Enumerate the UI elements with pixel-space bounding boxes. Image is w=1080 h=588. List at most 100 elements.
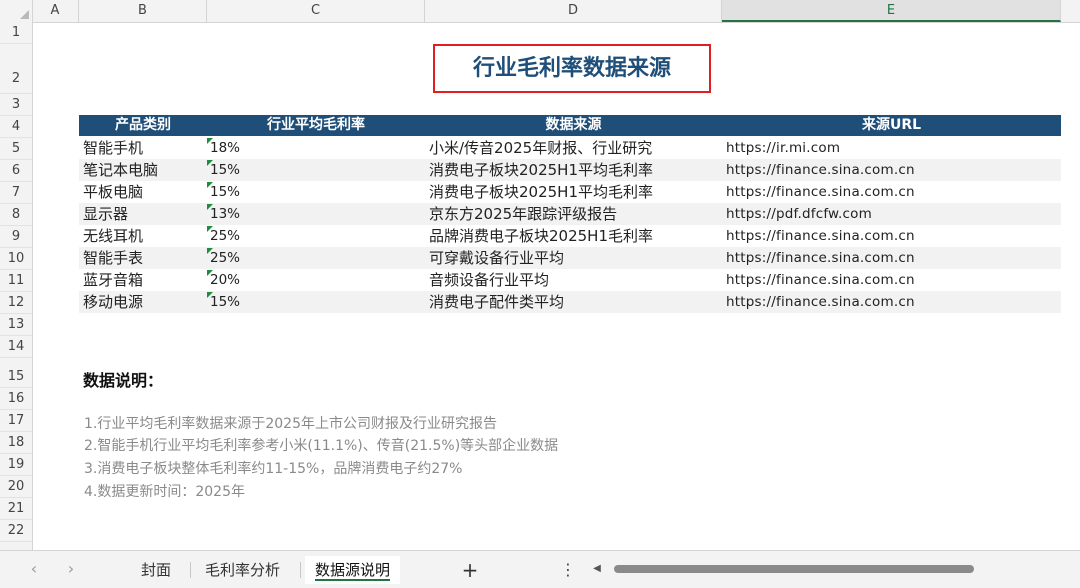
sheet-tab-bar: ‹ › 封面 毛利率分析 数据源说明 + ⋮ ◀ <box>0 550 1080 588</box>
cell-margin[interactable]: 18% <box>207 137 425 159</box>
cell-source[interactable]: 京东方2025年跟踪评级报告 <box>429 203 617 225</box>
sheet-tab-data-source[interactable]: 数据源说明 <box>305 556 401 584</box>
row-header[interactable]: 21 <box>0 498 32 520</box>
header-url[interactable]: 来源URL <box>722 115 1061 136</box>
error-indicator-icon <box>207 270 213 276</box>
cell-margin[interactable]: 20% <box>207 269 425 291</box>
row-header[interactable]: 2 <box>0 44 32 94</box>
row-header[interactable]: 22 <box>0 520 32 542</box>
column-header-b[interactable]: B <box>79 0 207 22</box>
column-header-e[interactable]: E <box>722 0 1061 22</box>
active-tab-underline <box>315 579 391 581</box>
error-indicator-icon <box>207 160 213 166</box>
sheet-tab-cover[interactable]: 封面 <box>131 556 181 584</box>
error-indicator-icon <box>207 138 213 144</box>
row-header[interactable]: 11 <box>0 270 32 292</box>
row-header[interactable]: 1 <box>0 22 32 44</box>
cell-margin[interactable]: 25% <box>207 225 425 247</box>
cell-source[interactable]: 可穿戴设备行业平均 <box>429 247 564 269</box>
scrollbar-thumb[interactable] <box>614 565 974 573</box>
error-indicator-icon <box>207 292 213 298</box>
header-category[interactable]: 产品类别 <box>79 115 207 136</box>
cell-category[interactable]: 智能手机 <box>83 137 143 159</box>
cell-category[interactable]: 平板电脑 <box>83 181 143 203</box>
row-header[interactable]: 6 <box>0 160 32 182</box>
cell-source[interactable]: 消费电子板块2025H1平均毛利率 <box>429 159 653 181</box>
row-header[interactable]: 14 <box>0 336 32 358</box>
cell-category[interactable]: 移动电源 <box>83 291 143 313</box>
sheet-title[interactable]: 行业毛利率数据来源 <box>433 44 711 93</box>
cell-margin[interactable]: 15% <box>207 181 425 203</box>
error-indicator-icon <box>207 226 213 232</box>
more-options-icon[interactable]: ⋮ <box>560 556 576 584</box>
cell-source[interactable]: 音频设备行业平均 <box>429 269 549 291</box>
cell-url[interactable]: https://finance.sina.com.cn <box>726 291 915 313</box>
table-row: 平板电脑 15% 消费电子板块2025H1平均毛利率 https://finan… <box>79 181 1061 203</box>
table-row: 智能手机 18% 小米/传音2025年财报、行业研究 https://ir.mi… <box>79 137 1061 159</box>
row-header[interactable]: 4 <box>0 116 32 138</box>
row-header[interactable]: 7 <box>0 182 32 204</box>
row-header[interactable]: 13 <box>0 314 32 336</box>
row-header[interactable]: 9 <box>0 226 32 248</box>
column-header-bar: A B C D E <box>0 0 1080 23</box>
cell-url[interactable]: https://pdf.dfcfw.com <box>726 203 872 225</box>
tab-divider <box>300 562 301 578</box>
row-header[interactable]: 18 <box>0 432 32 454</box>
row-header[interactable]: 3 <box>0 94 32 116</box>
column-header-c[interactable]: C <box>207 0 425 22</box>
row-header[interactable]: 12 <box>0 292 32 314</box>
cell-category[interactable]: 笔记本电脑 <box>83 159 158 181</box>
table-row: 移动电源 15% 消费电子配件类平均 https://finance.sina.… <box>79 291 1061 313</box>
header-margin[interactable]: 行业平均毛利率 <box>207 115 425 136</box>
error-indicator-icon <box>207 204 213 210</box>
column-header-d[interactable]: D <box>425 0 722 22</box>
column-header-a[interactable]: A <box>32 0 79 22</box>
cell-category[interactable]: 无线耳机 <box>83 225 143 247</box>
cell-margin[interactable]: 15% <box>207 159 425 181</box>
horizontal-scrollbar[interactable]: ◀ <box>590 562 1070 576</box>
cell-url[interactable]: https://finance.sina.com.cn <box>726 181 915 203</box>
select-all-corner[interactable] <box>0 0 33 22</box>
cell-url[interactable]: https://finance.sina.com.cn <box>726 159 915 181</box>
cell-url[interactable]: https://finance.sina.com.cn <box>726 269 915 291</box>
cell-category[interactable]: 智能手表 <box>83 247 143 269</box>
scroll-left-icon[interactable]: ◀ <box>590 562 604 576</box>
row-header[interactable]: 8 <box>0 204 32 226</box>
cell-source[interactable]: 消费电子配件类平均 <box>429 291 564 313</box>
row-header[interactable]: 10 <box>0 248 32 270</box>
sheet-tab-margin-analysis[interactable]: 毛利率分析 <box>195 556 290 584</box>
cell-url[interactable]: https://finance.sina.com.cn <box>726 247 915 269</box>
add-sheet-icon[interactable]: + <box>458 556 482 584</box>
row-header[interactable]: 17 <box>0 410 32 432</box>
chevron-left-icon[interactable]: ‹ <box>24 559 44 579</box>
notes-title[interactable]: 数据说明： <box>83 367 163 391</box>
cell-url[interactable]: https://finance.sina.com.cn <box>726 225 915 247</box>
table-row: 无线耳机 25% 品牌消费电子板块2025H1毛利率 https://finan… <box>79 225 1061 247</box>
header-source[interactable]: 数据来源 <box>425 115 722 136</box>
cell-category[interactable]: 蓝牙音箱 <box>83 269 143 291</box>
cell-url[interactable]: https://ir.mi.com <box>726 137 840 159</box>
cell-margin[interactable]: 15% <box>207 291 425 313</box>
table-row: 显示器 13% 京东方2025年跟踪评级报告 https://pdf.dfcfw… <box>79 203 1061 225</box>
cell-source[interactable]: 消费电子板块2025H1平均毛利率 <box>429 181 653 203</box>
tab-divider <box>190 562 191 578</box>
row-header-bar: 1 2 3 4 5 6 7 8 9 10 11 12 13 14 15 16 1… <box>0 22 33 550</box>
note-item[interactable]: 4.数据更新时间：2025年 <box>84 481 245 501</box>
note-item[interactable]: 3.消费电子板块整体毛利率约11-15%，品牌消费电子约27% <box>84 458 462 478</box>
row-header[interactable]: 5 <box>0 138 32 160</box>
cell-source[interactable]: 品牌消费电子板块2025H1毛利率 <box>429 225 653 247</box>
cell-margin[interactable]: 25% <box>207 247 425 269</box>
note-item[interactable]: 1.行业平均毛利率数据来源于2025年上市公司财报及行业研究报告 <box>84 413 497 433</box>
cell-source[interactable]: 小米/传音2025年财报、行业研究 <box>429 137 652 159</box>
table-header-row: 产品类别 行业平均毛利率 数据来源 来源URL <box>79 115 1061 136</box>
cell-margin[interactable]: 13% <box>207 203 425 225</box>
row-header[interactable]: 16 <box>0 388 32 410</box>
table-row: 笔记本电脑 15% 消费电子板块2025H1平均毛利率 https://fina… <box>79 159 1061 181</box>
row-header[interactable]: 15 <box>0 358 32 388</box>
chevron-right-icon[interactable]: › <box>61 559 81 579</box>
row-header[interactable]: 19 <box>0 454 32 476</box>
table-row: 智能手表 25% 可穿戴设备行业平均 https://finance.sina.… <box>79 247 1061 269</box>
cell-category[interactable]: 显示器 <box>83 203 128 225</box>
note-item[interactable]: 2.智能手机行业平均毛利率参考小米(11.1%)、传音(21.5%)等头部企业数… <box>84 435 558 455</box>
row-header[interactable]: 20 <box>0 476 32 498</box>
